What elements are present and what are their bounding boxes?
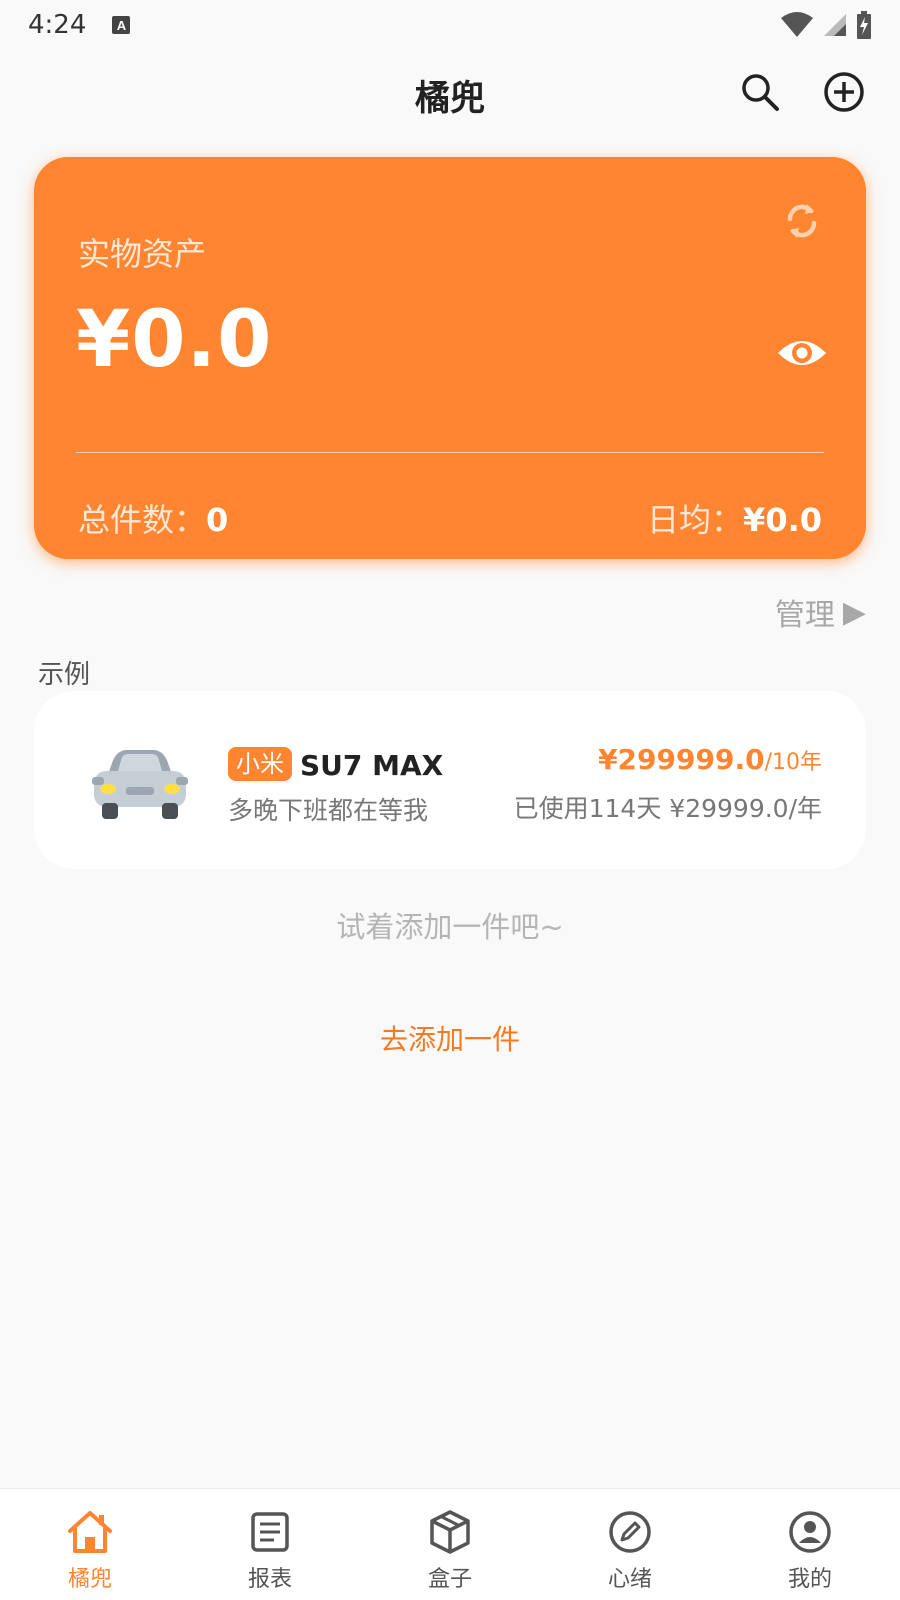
item-price-value: ¥299999.0 <box>598 743 765 776</box>
wifi-icon <box>781 12 813 37</box>
eye-icon[interactable] <box>774 325 830 381</box>
refresh-icon[interactable] <box>780 199 824 243</box>
nav-item-home[interactable]: 橘兜 <box>0 1489 180 1600</box>
item-usage: 已使用114天 ¥29999.0/年 <box>513 794 822 823</box>
car-icon <box>92 750 188 819</box>
search-button[interactable] <box>738 70 782 114</box>
cell-signal-icon <box>824 14 846 36</box>
status-time: 4:24 <box>28 10 87 40</box>
empty-hint: 试着添加一件吧~ <box>336 910 564 944</box>
manage-button[interactable]: 管理 ▶ <box>775 590 866 634</box>
search-icon <box>742 74 779 111</box>
bottom-navigation: 橘兜 报表 盒子 心绪 我的 <box>0 1488 900 1600</box>
daily-average-label: 日均： <box>647 501 744 539</box>
add-circle-icon <box>824 72 864 112</box>
app-bar: 橘兜 <box>0 52 900 132</box>
asset-value: ¥0.0 <box>76 295 273 385</box>
add-button[interactable] <box>822 70 866 114</box>
box-icon <box>430 1510 470 1554</box>
report-icon <box>251 1512 289 1552</box>
example-section-label: 示例 <box>38 660 91 690</box>
total-count-value: 0 <box>206 501 229 539</box>
asset-summary-card: 实物资产 ¥0.0 总件数：0 日均：¥0.0 <box>34 157 866 559</box>
brand-tag: 小米 <box>228 747 292 781</box>
nav-item-profile[interactable]: 我的 <box>720 1489 900 1600</box>
item-description: 多晚下班都在等我 <box>228 796 429 825</box>
nav-item-box[interactable]: 盒子 <box>360 1489 540 1600</box>
status-indicators <box>780 11 872 39</box>
item-price-period: /10年 <box>764 750 822 775</box>
home-icon <box>68 1511 112 1553</box>
daily-average: 日均：¥0.0 <box>647 495 822 541</box>
manage-label: 管理 <box>774 598 835 633</box>
profile-icon <box>789 1511 831 1553</box>
battery-icon <box>857 11 871 39</box>
nav-item-mood[interactable]: 心绪 <box>540 1489 720 1600</box>
item-price: ¥299999.0/10年 <box>598 743 822 776</box>
add-item-link[interactable]: 去添加一件 <box>0 1018 900 1058</box>
nav-label-home: 橘兜 <box>67 1567 112 1592</box>
pencil-circle-icon <box>609 1511 651 1553</box>
nav-label-profile: 我的 <box>787 1567 832 1592</box>
example-item-card[interactable]: 小米 SU7 MAX 多晚下班都在等我 ¥299999.0/10年 已使用114… <box>34 691 866 869</box>
app-screen: 4:24 A 橘兜 实物资产 ¥0.0 总件数：0 日均：¥0.0 管理 ▶ 示… <box>0 0 900 1600</box>
daily-average-value: ¥0.0 <box>743 501 822 539</box>
card-divider <box>76 452 824 453</box>
asset-label: 实物资产 <box>78 235 207 273</box>
total-count-label: 总件数： <box>78 501 207 539</box>
nav-label-box: 盒子 <box>427 1567 472 1592</box>
status-bar: 4:24 A <box>0 0 900 50</box>
play-arrow-icon: ▶ <box>842 594 866 630</box>
item-name: SU7 MAX <box>300 749 444 782</box>
nav-label-report: 报表 <box>247 1567 292 1592</box>
notification-icon: A <box>112 16 131 34</box>
total-count: 总件数：0 <box>78 495 228 541</box>
nav-label-mood: 心绪 <box>607 1567 652 1592</box>
nav-item-report[interactable]: 报表 <box>180 1489 360 1600</box>
